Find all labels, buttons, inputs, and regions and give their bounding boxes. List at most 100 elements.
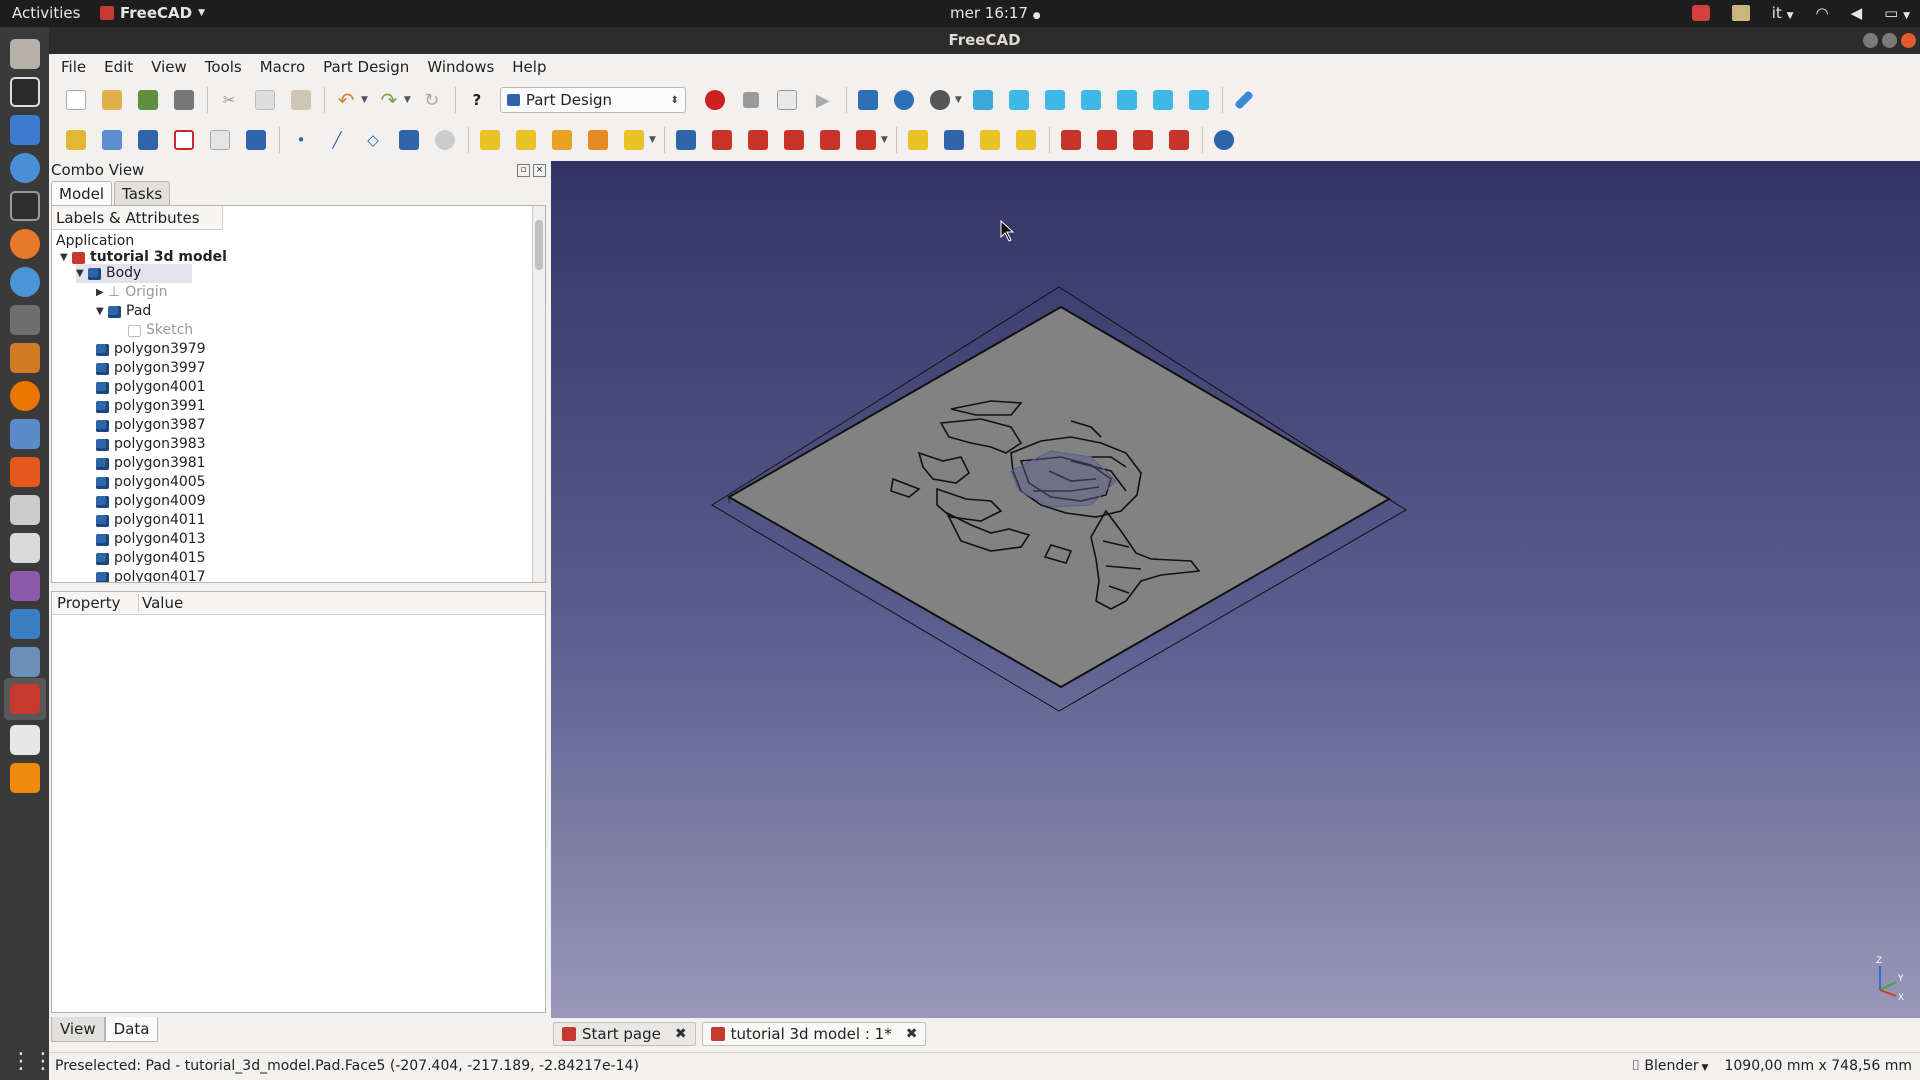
text-editor-icon[interactable] xyxy=(10,725,40,755)
app-menu[interactable]: FreeCAD ▼ xyxy=(100,4,205,22)
create-sketch-button[interactable] xyxy=(171,127,197,153)
chromium-icon[interactable] xyxy=(10,153,40,183)
print-button[interactable] xyxy=(171,87,197,113)
writer-icon[interactable] xyxy=(10,115,40,145)
datum-line-button[interactable]: ╱ xyxy=(324,127,350,153)
tab-view[interactable]: View xyxy=(51,1017,105,1042)
screen-record-icon[interactable] xyxy=(1691,5,1710,21)
isometric-view-button[interactable] xyxy=(970,87,996,113)
value-column-header[interactable]: Value xyxy=(138,594,183,612)
inkscape-icon[interactable] xyxy=(10,77,40,107)
tree-item-polygon[interactable]: polygon3979 xyxy=(96,340,206,359)
settings-tools-icon[interactable] xyxy=(10,495,40,525)
workbench-selector[interactable]: Part Design ⬍ xyxy=(499,87,686,113)
tree-item-polygon[interactable]: polygon4017 xyxy=(96,568,206,582)
stop-macro-button[interactable] xyxy=(738,87,764,113)
menu-edit[interactable]: Edit xyxy=(104,58,133,76)
menu-view[interactable]: View xyxy=(151,58,187,76)
datum-point-button[interactable]: • xyxy=(288,127,314,153)
local-coordinate-system-button[interactable] xyxy=(396,127,422,153)
fit-all-button[interactable] xyxy=(855,87,881,113)
tab-data[interactable]: Data xyxy=(104,1017,159,1042)
draft-button[interactable] xyxy=(1130,127,1156,153)
tree-item-body[interactable]: ▼ Body xyxy=(76,264,192,283)
inkscape-pen-icon[interactable] xyxy=(10,267,40,297)
tree-item-pad[interactable]: ▼ Pad xyxy=(96,302,151,321)
chevron-down-icon[interactable]: ▼ xyxy=(881,135,888,145)
tree-item-sketch[interactable]: Sketch xyxy=(128,321,193,340)
3d-box-icon[interactable] xyxy=(10,647,40,677)
property-column-header[interactable]: Property xyxy=(57,594,120,612)
top-view-button[interactable] xyxy=(1042,87,1068,113)
expand-arrow-icon[interactable]: ▼ xyxy=(60,248,72,267)
close-icon[interactable]: ✖ xyxy=(675,1026,687,1042)
tree-item-polygon[interactable]: polygon4011 xyxy=(96,511,206,530)
revolution-button[interactable] xyxy=(513,127,539,153)
menu-file[interactable]: File xyxy=(61,58,86,76)
save-button[interactable] xyxy=(135,87,161,113)
paste-button[interactable] xyxy=(288,87,314,113)
chevron-down-icon[interactable]: ▼ xyxy=(649,135,656,145)
expand-arrow-icon[interactable]: ▼ xyxy=(76,264,88,283)
tree-item-polygon[interactable]: polygon3991 xyxy=(96,397,206,416)
record-macro-button[interactable] xyxy=(702,87,728,113)
media-icon[interactable] xyxy=(10,571,40,601)
tree-item-polygon[interactable]: polygon4009 xyxy=(96,492,206,511)
menu-help[interactable]: Help xyxy=(512,58,546,76)
tree-item-polygon[interactable]: polygon3987 xyxy=(96,416,206,435)
polar-pattern-button[interactable] xyxy=(977,127,1003,153)
right-view-button[interactable] xyxy=(1078,87,1104,113)
copy-button[interactable] xyxy=(252,87,278,113)
create-group-button[interactable] xyxy=(99,127,125,153)
bottom-view-button[interactable] xyxy=(1150,87,1176,113)
expand-arrow-icon[interactable]: ▶ xyxy=(96,283,108,302)
menu-windows[interactable]: Windows xyxy=(427,58,494,76)
subtractive-pipe-button[interactable] xyxy=(817,127,843,153)
refresh-button[interactable]: ↻ xyxy=(419,87,445,113)
pocket-button[interactable] xyxy=(673,127,699,153)
chevron-down-icon[interactable]: ▼ xyxy=(361,95,368,105)
additive-loft-button[interactable] xyxy=(549,127,575,153)
float-panel-button[interactable]: ▫ xyxy=(517,164,530,177)
hole-button[interactable] xyxy=(709,127,735,153)
tree-column-header[interactable]: Labels & Attributes xyxy=(52,206,223,230)
close-icon[interactable]: ✖ xyxy=(906,1026,918,1042)
cut-button[interactable]: ✂ xyxy=(216,87,242,113)
subtractive-primitive-button[interactable] xyxy=(853,127,879,153)
clock[interactable]: mer 16:17 ● xyxy=(950,4,1041,22)
tab-model[interactable]: Model xyxy=(51,181,113,206)
linear-pattern-button[interactable] xyxy=(941,127,967,153)
validate-sketch-button[interactable] xyxy=(207,127,233,153)
left-view-button[interactable] xyxy=(1186,87,1212,113)
vlc-icon[interactable] xyxy=(10,763,40,793)
tree-item-polygon[interactable]: polygon3981 xyxy=(96,454,206,473)
minimize-button[interactable] xyxy=(1863,33,1878,48)
pad-button[interactable] xyxy=(477,127,503,153)
battery-icon[interactable]: ▭ ▼ xyxy=(1884,4,1910,22)
tab-tasks[interactable]: Tasks xyxy=(114,181,171,206)
3d-viewport[interactable]: Z Y X xyxy=(551,161,1920,1018)
mirrored-button[interactable] xyxy=(905,127,931,153)
edit-macro-button[interactable] xyxy=(774,87,800,113)
clipboard-icon[interactable] xyxy=(1731,5,1750,21)
tree-item-polygon[interactable]: polygon4001 xyxy=(96,378,206,397)
thickness-button[interactable] xyxy=(1166,127,1192,153)
create-part-button[interactable] xyxy=(63,127,89,153)
software-center-icon[interactable] xyxy=(10,457,40,487)
undo-button[interactable]: ↶ xyxy=(333,87,359,113)
chevron-down-icon[interactable]: ▼ xyxy=(955,95,962,105)
menu-part-design[interactable]: Part Design xyxy=(323,58,409,76)
terminal-icon[interactable] xyxy=(10,191,40,221)
front-view-button[interactable] xyxy=(1006,87,1032,113)
file-cabinet-icon[interactable] xyxy=(10,39,40,69)
draw-style-button[interactable] xyxy=(927,87,953,113)
whats-this-button[interactable]: ? xyxy=(464,87,490,113)
maximize-button[interactable] xyxy=(1882,33,1897,48)
tab-start-page[interactable]: Start page ✖ xyxy=(553,1022,696,1046)
multitransform-button[interactable] xyxy=(1013,127,1039,153)
input-method-menu[interactable]: it ▼ xyxy=(1772,4,1794,22)
shape-binder-button[interactable] xyxy=(243,127,269,153)
tab-tutorial-3d-model[interactable]: tutorial 3d model : 1* ✖ xyxy=(701,1022,927,1046)
blender-icon[interactable] xyxy=(10,381,40,411)
gimp-icon[interactable] xyxy=(10,305,40,335)
